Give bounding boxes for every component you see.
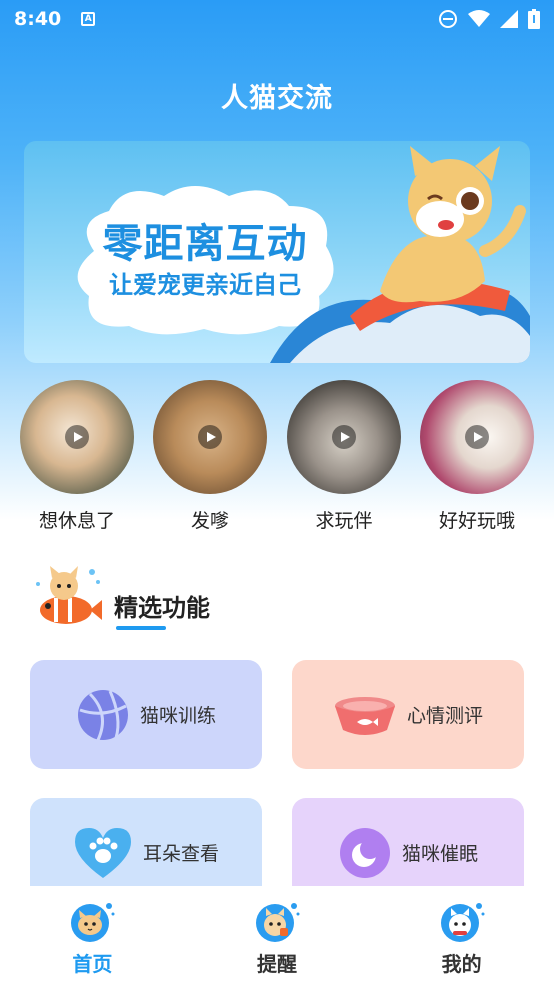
tab-reminder[interactable]: 提醒 <box>185 886 370 984</box>
wifi-icon <box>468 10 490 27</box>
video-item[interactable]: 求玩伴 <box>286 380 402 533</box>
video-label: 好好玩哦 <box>438 510 515 532</box>
video-label: 求玩伴 <box>315 510 373 532</box>
a-icon: A <box>81 12 96 26</box>
video-list: 想休息了 发嗲 求玩伴 好好玩哦 <box>0 380 554 533</box>
video-item[interactable]: 想休息了 <box>19 380 135 533</box>
tab-label: 首页 <box>72 952 113 976</box>
play-icon[interactable] <box>65 425 89 449</box>
signal-icon <box>500 10 518 28</box>
tab-home[interactable]: 首页 <box>0 886 185 984</box>
status-bar: 8:40 A <box>0 0 554 38</box>
page-title: 人猫交流 <box>221 83 333 114</box>
section-title: 精选功能 <box>114 594 210 622</box>
video-thumbnail[interactable] <box>153 380 267 494</box>
play-icon[interactable] <box>332 425 356 449</box>
video-item[interactable]: 发嗲 <box>152 380 268 533</box>
bottom-tab-bar: 首页 提醒 我的 <box>0 886 554 984</box>
video-item[interactable]: 好好玩哦 <box>419 380 535 533</box>
dnd-icon <box>439 10 457 28</box>
section-underline <box>116 626 166 630</box>
ball-icon <box>77 689 128 741</box>
feature-card-mood[interactable]: 心情测评 <box>292 660 524 769</box>
tab-mine[interactable]: 我的 <box>369 886 554 984</box>
bowl-icon <box>334 696 395 735</box>
video-thumbnail[interactable] <box>420 380 534 494</box>
tab-label: 提醒 <box>257 952 297 976</box>
cat-fish-icon <box>36 566 102 624</box>
video-thumbnail[interactable] <box>287 380 401 494</box>
section-header: 精选功能 <box>30 560 330 640</box>
video-thumbnail[interactable] <box>20 380 134 494</box>
feature-label: 猫咪训练 <box>139 705 216 727</box>
moon-icon <box>339 827 390 878</box>
feature-label: 心情测评 <box>406 705 483 727</box>
feature-card-training[interactable]: 猫咪训练 <box>30 660 262 769</box>
cat-profile-icon <box>440 903 485 942</box>
video-label: 发嗲 <box>190 510 229 532</box>
video-label: 想休息了 <box>38 510 115 532</box>
feature-label: 猫咪催眠 <box>401 843 478 865</box>
battery-icon <box>528 9 540 29</box>
play-icon[interactable] <box>465 425 489 449</box>
status-time: 8:40 <box>14 8 62 30</box>
cat-reminder-icon <box>256 903 300 942</box>
play-icon[interactable] <box>198 425 222 449</box>
surfing-cat-illustration <box>270 146 530 363</box>
banner[interactable]: 零距离互动 让爱宠更亲近自己 <box>24 141 530 363</box>
paw-heart-icon <box>74 827 131 878</box>
status-icons <box>438 9 540 29</box>
feature-label: 耳朵查看 <box>142 843 219 865</box>
tab-label: 我的 <box>441 952 482 976</box>
cat-home-icon <box>71 903 115 942</box>
